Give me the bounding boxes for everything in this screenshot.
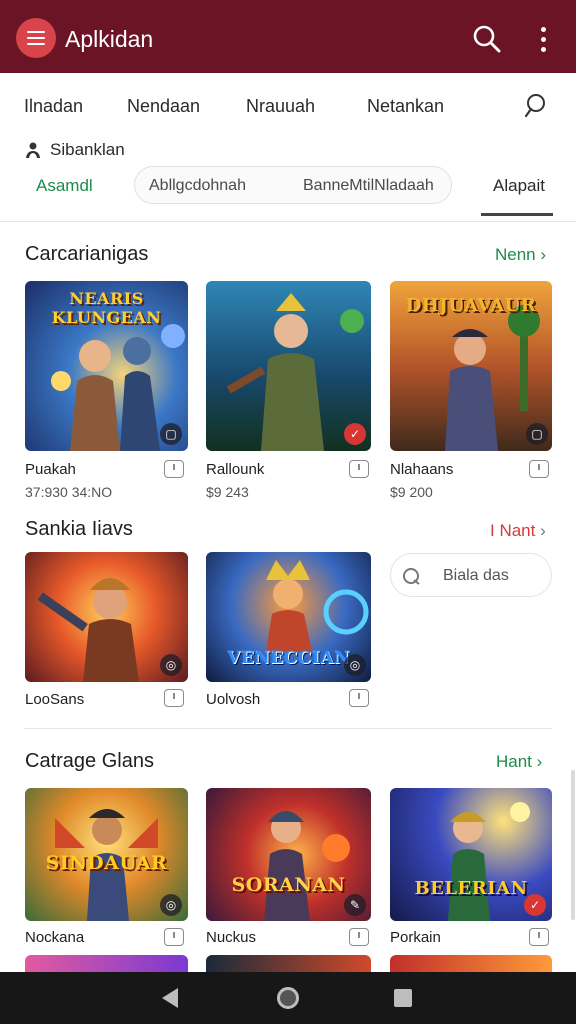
bookmark-checkbox[interactable]	[349, 928, 369, 946]
app-title: Aplkidan	[65, 26, 154, 52]
bookmark-checkbox[interactable]	[529, 928, 549, 946]
tab-1[interactable]: Ilnadan	[24, 96, 83, 117]
card-price: 37:930 34:NO	[25, 484, 113, 500]
divider	[0, 221, 576, 222]
section-more-link[interactable]: I Nant ›	[490, 521, 546, 541]
search-icon[interactable]	[472, 24, 502, 54]
card-price: $9 200	[390, 484, 433, 500]
section-title: Catrage Glans	[25, 750, 154, 772]
game-card-peek[interactable]	[25, 955, 188, 972]
game-art: SORANAN ✎	[206, 788, 371, 921]
search-placeholder: Biala das	[443, 567, 509, 584]
badge-icon[interactable]: ◎	[344, 654, 366, 676]
home-circle-icon[interactable]	[277, 987, 299, 1009]
game-card-peek[interactable]	[390, 955, 552, 972]
badge-icon[interactable]: ◎	[160, 654, 182, 676]
filter-tab-selected[interactable]: Alapait	[493, 176, 545, 196]
filter-pill-left[interactable]: Abllgcdohnah	[149, 177, 246, 195]
tab-2[interactable]: Nendaan	[127, 96, 200, 117]
game-art: ◎	[25, 552, 188, 682]
person-icon	[26, 142, 40, 158]
card-title: Uolvosh	[206, 691, 261, 708]
game-art: BELERIAN ✓	[390, 788, 552, 921]
tab-4[interactable]: Netankan	[367, 96, 444, 117]
bookmark-checkbox[interactable]	[349, 689, 369, 707]
check-badge-icon[interactable]: ✓	[524, 894, 546, 916]
game-art: DHJUAVAUR ▢	[390, 281, 552, 451]
filter-pill[interactable]: Abllgcdohnah BanneMtilNladaah	[134, 166, 452, 204]
game-art: VENECCIAN ◎	[206, 552, 371, 682]
system-nav-bar	[0, 972, 576, 1024]
game-card-peek[interactable]	[206, 955, 371, 972]
divider	[24, 728, 552, 729]
search-icon	[403, 568, 420, 585]
game-art: NEARIS KLUNGEAN ▢	[25, 281, 188, 451]
filter-chip-active[interactable]: Asamdl	[36, 176, 93, 196]
card-title: LooSans	[25, 691, 85, 708]
card-title: Nuckus	[206, 929, 257, 946]
badge-icon[interactable]: ✎	[344, 894, 366, 916]
hamburger-menu-icon[interactable]	[16, 18, 56, 58]
scrollbar[interactable]	[571, 770, 575, 920]
section-more-link[interactable]: Hant ›	[496, 752, 542, 772]
badge-icon[interactable]: ▢	[160, 423, 182, 445]
top-tab-bar: Ilnadan Nendaan Nrauuah Netankan	[0, 90, 576, 124]
subsection-label: Sibanklan	[50, 140, 125, 159]
bookmark-checkbox[interactable]	[164, 928, 184, 946]
card-title: Porkain	[390, 929, 441, 946]
badge-icon[interactable]: ▢	[526, 423, 548, 445]
card-title: Nlahaans	[390, 461, 454, 478]
filter-pill-right[interactable]: BanneMtilNladaah	[303, 177, 434, 195]
card-title: Puakah	[25, 461, 76, 478]
card-title: Rallounk	[206, 461, 265, 478]
subsection-header[interactable]: Sibanklan	[24, 140, 125, 160]
back-triangle-icon[interactable]	[162, 988, 178, 1008]
recents-square-icon[interactable]	[394, 989, 412, 1007]
tab-3[interactable]: Nrauuah	[246, 96, 315, 117]
app-bar: Aplkidan	[0, 0, 576, 73]
bookmark-checkbox[interactable]	[349, 460, 369, 478]
game-art: SINDAUAR ◎	[25, 788, 188, 921]
selected-tab-indicator	[481, 213, 553, 216]
card-price: $9 243	[206, 484, 249, 500]
badge-icon[interactable]: ◎	[160, 894, 182, 916]
card-title: Nockana	[25, 929, 85, 946]
game-art: ✓	[206, 281, 371, 451]
section-more-link[interactable]: Nenn ›	[495, 245, 546, 265]
more-vertical-icon[interactable]	[530, 24, 556, 54]
section-title: Sankia Iiavs	[25, 518, 133, 540]
search-box[interactable]: Biala das	[390, 553, 552, 597]
bookmark-checkbox[interactable]	[529, 460, 549, 478]
search-icon[interactable]	[522, 92, 550, 120]
bookmark-checkbox[interactable]	[164, 460, 184, 478]
section-title: Carcarianigas	[25, 243, 149, 265]
bookmark-checkbox[interactable]	[164, 689, 184, 707]
check-badge-icon[interactable]: ✓	[344, 423, 366, 445]
